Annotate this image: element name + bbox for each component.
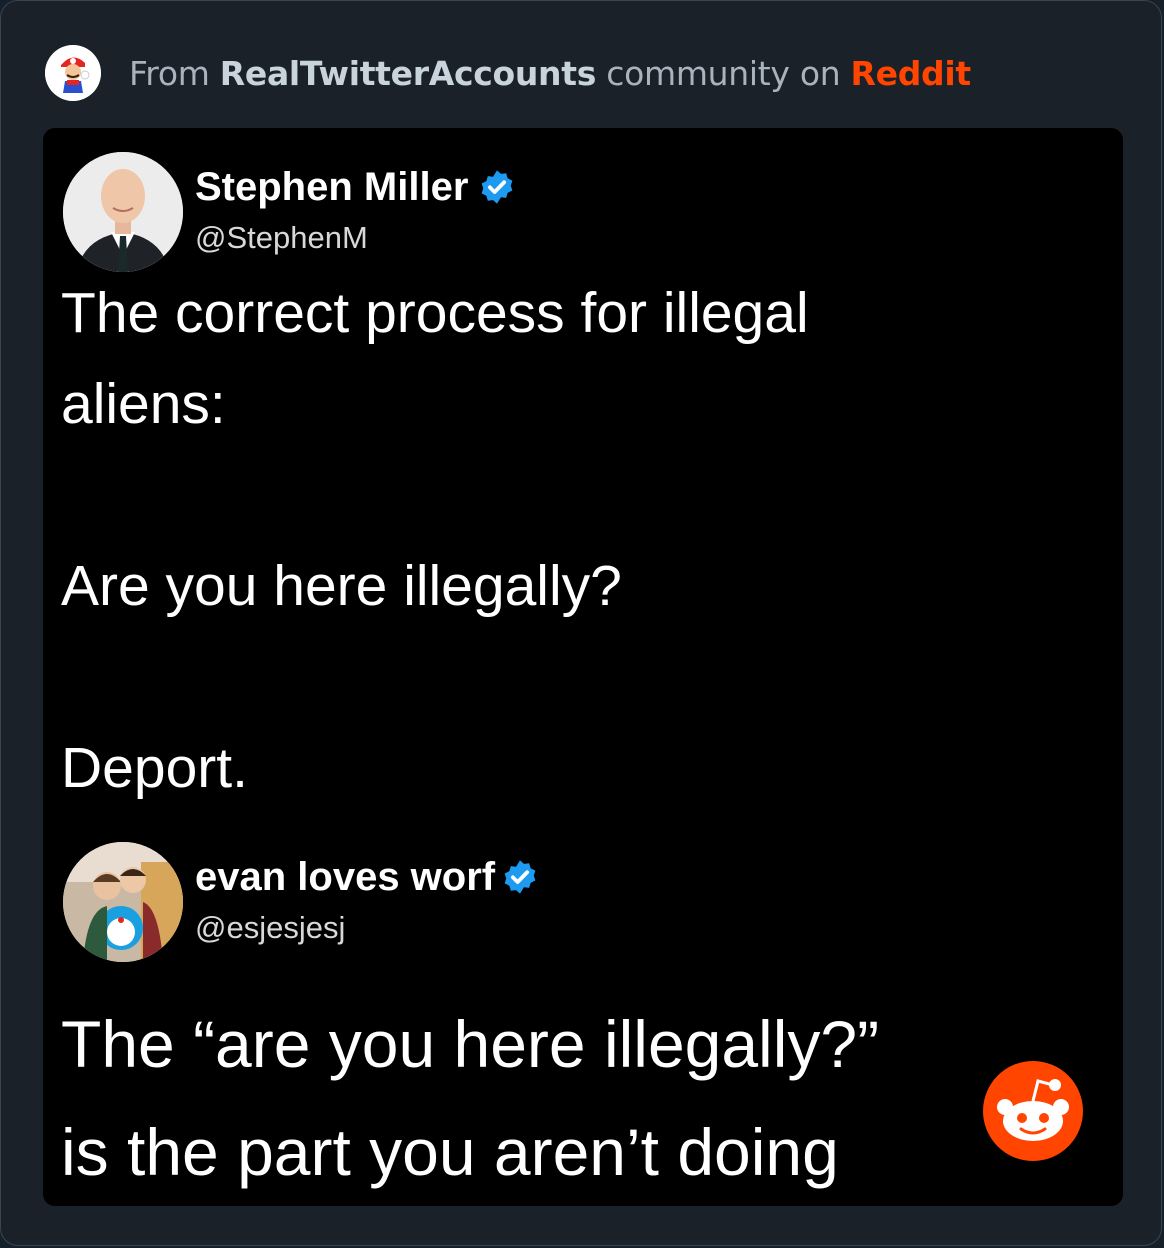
tweet-1-display-name: Stephen Miller (195, 164, 516, 210)
tweet-1-avatar (63, 152, 183, 272)
tweet-1-header: Stephen Miller @StephenM (63, 152, 516, 272)
tweet-2-display-name: evan loves worf (195, 854, 539, 900)
tweet-2-names: evan loves worf @esjesjesj (195, 842, 539, 946)
verified-badge-icon (478, 168, 516, 206)
tweet-1-handle: @StephenM (195, 220, 368, 255)
tweet-1-name-text: Stephen Miller (195, 165, 469, 209)
tweet-2-header: evan loves worf @esjesjesj (63, 842, 539, 962)
source-attribution: From RealTwitterAccounts community on Re… (129, 54, 971, 93)
community-name-link[interactable]: RealTwitterAccounts (220, 54, 597, 93)
source-prefix: From (129, 53, 220, 93)
tweet-1-names: Stephen Miller @StephenM (195, 152, 516, 256)
source-middle: community on (596, 53, 851, 93)
platform-link[interactable]: Reddit (851, 54, 972, 93)
community-avatar-icon[interactable] (45, 45, 101, 101)
shared-post-card: From RealTwitterAccounts community on Re… (0, 0, 1162, 1246)
post-image[interactable]: Stephen Miller @StephenM The correct pro… (43, 128, 1123, 1206)
tweet-2-handle: @esjesjesj (195, 910, 346, 945)
verified-badge-icon (501, 858, 539, 896)
reddit-snoo-icon (983, 1061, 1083, 1161)
source-header: From RealTwitterAccounts community on Re… (45, 44, 971, 102)
tweet-2-name-text: evan loves worf (195, 855, 496, 899)
tweet-2-avatar (63, 842, 183, 962)
tweet-2-text: The “are you here illegally?” is the par… (61, 1007, 880, 1189)
tweet-1-text: The correct process for illegal aliens: … (61, 281, 809, 800)
